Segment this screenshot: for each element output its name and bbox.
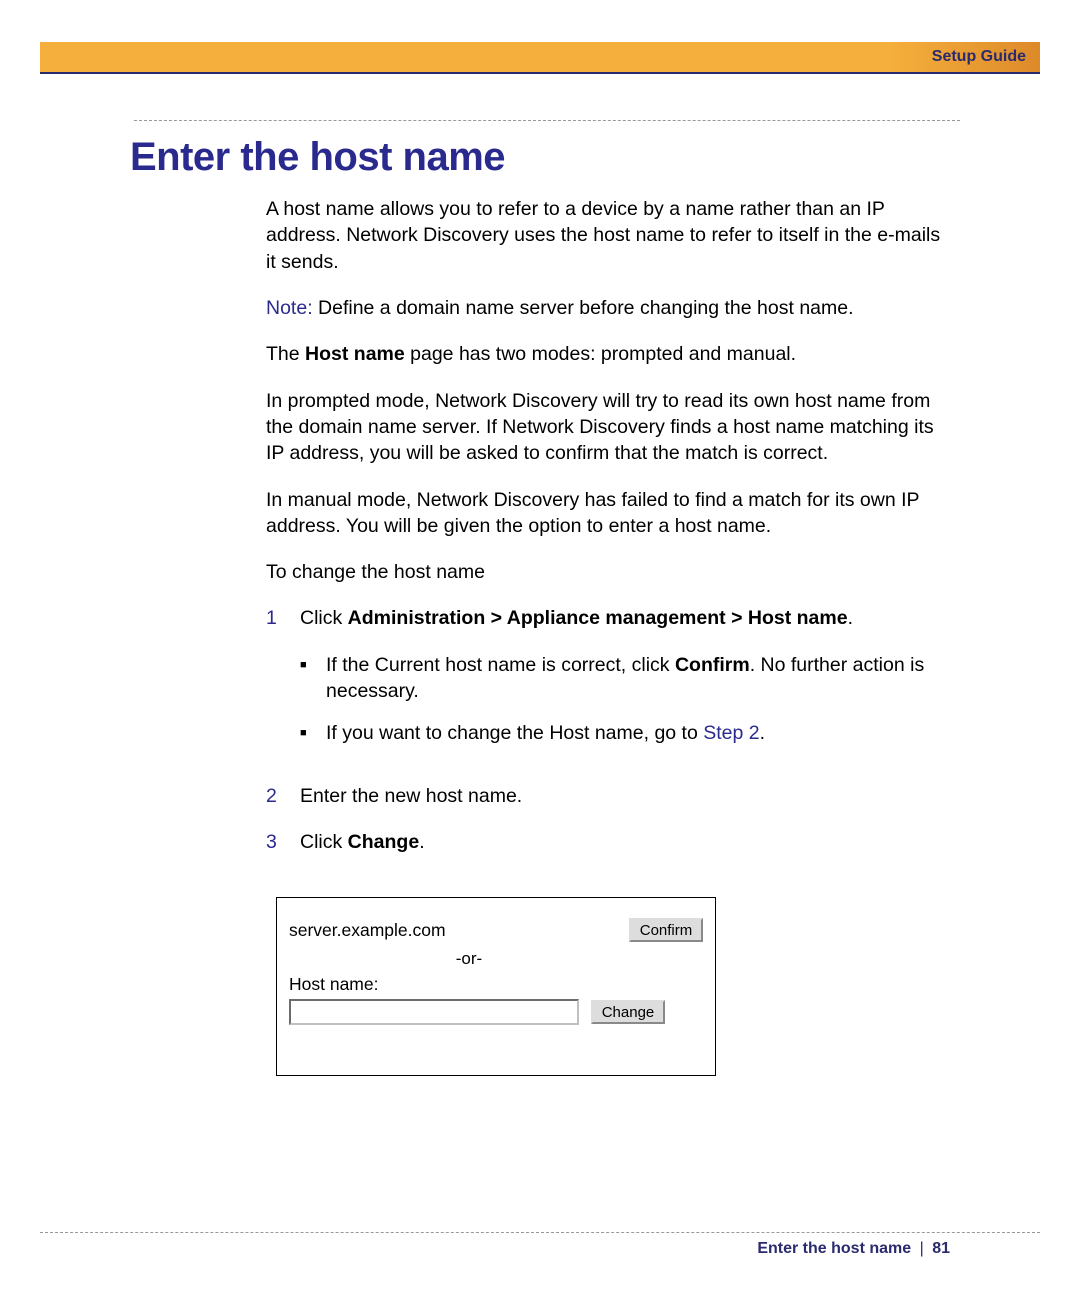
step-number: 3 xyxy=(266,829,300,855)
hostname-dialog: server.example.com Confirm -or- Host nam… xyxy=(276,897,716,1076)
hostname-bold: Host name xyxy=(305,343,405,365)
change-button[interactable]: Change xyxy=(591,1000,665,1024)
paragraph-prompted: In prompted mode, Network Discovery will… xyxy=(266,388,950,467)
sub-item-change: ■ If you want to change the Host name, g… xyxy=(300,720,950,746)
note-label: Note: xyxy=(266,297,313,319)
nav-path-bold: Administration > Appliance management > … xyxy=(348,607,848,629)
dialog-row-current: server.example.com Confirm xyxy=(289,918,703,942)
step-3: 3 Click Change. xyxy=(266,829,950,855)
step-1: 1 Click Administration > Appliance manag… xyxy=(266,605,950,762)
footer-page-number: 81 xyxy=(932,1240,950,1257)
header-bar: Setup Guide xyxy=(40,42,1040,72)
confirm-button[interactable]: Confirm xyxy=(629,918,703,942)
paragraph-modes: The Host name page has two modes: prompt… xyxy=(266,341,950,367)
step-number: 1 xyxy=(266,605,300,762)
square-bullet-icon: ■ xyxy=(300,652,326,705)
sub-list: ■ If the Current host name is correct, c… xyxy=(300,652,950,747)
content-area: Enter the host name A host name allows y… xyxy=(130,120,950,1076)
paragraph-note: Note: Define a domain name server before… xyxy=(266,295,950,321)
section-heading: Enter the host name xyxy=(130,135,950,180)
sub-item-confirm: ■ If the Current host name is correct, c… xyxy=(300,652,950,705)
body-block: A host name allows you to refer to a dev… xyxy=(266,196,950,1076)
top-divider xyxy=(134,120,960,121)
header-guide-title: Setup Guide xyxy=(932,48,1026,66)
footer-title: Enter the host name xyxy=(757,1240,911,1257)
step-2: 2 Enter the new host name. xyxy=(266,783,950,809)
step-list: 1 Click Administration > Appliance manag… xyxy=(266,605,950,855)
paragraph-manual: In manual mode, Network Discovery has fa… xyxy=(266,487,950,540)
footer: Enter the host name | 81 xyxy=(757,1240,950,1258)
footer-separator: | xyxy=(916,1240,928,1257)
step-text: Click Change. xyxy=(300,829,950,855)
paragraph-tochange: To change the host name xyxy=(266,559,950,585)
paragraph-intro: A host name allows you to refer to a dev… xyxy=(266,196,950,275)
footer-divider xyxy=(40,1232,1040,1233)
dialog-or-separator: -or- xyxy=(289,948,703,971)
hostname-input[interactable] xyxy=(289,999,579,1025)
square-bullet-icon: ■ xyxy=(300,720,326,746)
step2-link[interactable]: Step 2 xyxy=(703,722,759,744)
step-text: Click Administration > Appliance managem… xyxy=(300,605,950,762)
hostname-label: Host name: xyxy=(289,973,703,997)
note-text: Define a domain name server before chang… xyxy=(313,297,854,319)
current-hostname-text: server.example.com xyxy=(289,919,446,943)
header-rule xyxy=(40,72,1040,74)
dialog-row-input: Change xyxy=(289,999,703,1025)
step-text: Enter the new host name. xyxy=(300,783,950,809)
step-number: 2 xyxy=(266,783,300,809)
